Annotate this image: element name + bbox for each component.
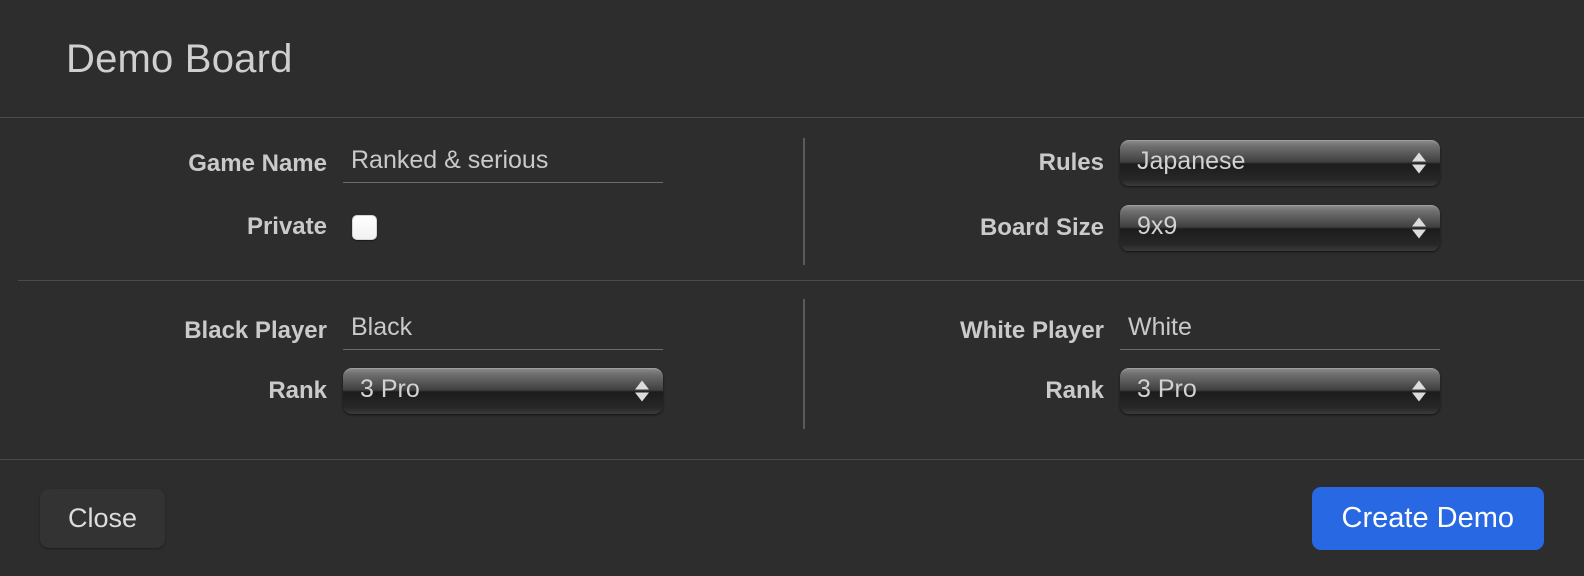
rules-label: Rules bbox=[1038, 149, 1104, 176]
game-settings-right-column: Rules Japanese Board Size 9x9 bbox=[792, 118, 1584, 280]
dialog-header: Demo Board bbox=[0, 0, 1584, 118]
board-size-select-value: 9x9 bbox=[1137, 213, 1178, 239]
chevron-down-icon bbox=[1412, 229, 1426, 239]
white-player-name-input[interactable] bbox=[1120, 311, 1440, 350]
board-size-label: Board Size bbox=[979, 214, 1104, 241]
field-row-rules: Rules Japanese bbox=[0, 140, 1584, 186]
white-rank-control: 3 Pro bbox=[1120, 368, 1440, 414]
field-row-white-player: White Player bbox=[0, 311, 1584, 350]
board-size-select[interactable]: 9x9 bbox=[1120, 205, 1440, 251]
create-demo-button[interactable]: Create Demo bbox=[1311, 486, 1544, 550]
chevron-up-icon bbox=[1412, 380, 1426, 390]
stepper-arrows-icon bbox=[1412, 217, 1426, 239]
white-rank-select-value: 3 Pro bbox=[1137, 376, 1197, 402]
chevron-down-icon bbox=[1412, 164, 1426, 174]
white-player-name-control bbox=[1120, 311, 1440, 350]
board-size-control: 9x9 bbox=[1120, 205, 1440, 251]
chevron-up-icon bbox=[1412, 152, 1426, 162]
game-settings-section: Game Name Private Rules bbox=[0, 118, 1584, 280]
field-row-board-size: Board Size 9x9 bbox=[0, 205, 1584, 251]
dialog-footer: Close Create Demo bbox=[0, 459, 1584, 576]
chevron-down-icon bbox=[1412, 392, 1426, 402]
white-rank-select[interactable]: 3 Pro bbox=[1120, 368, 1440, 414]
white-player-label: White Player bbox=[959, 316, 1104, 344]
rules-select-value: Japanese bbox=[1137, 148, 1246, 174]
stepper-arrows-icon bbox=[1412, 152, 1426, 174]
white-player-column: White Player Rank 3 Pro bbox=[792, 281, 1584, 459]
close-button[interactable]: Close bbox=[40, 488, 166, 548]
demo-board-dialog: Demo Board Game Name Private bbox=[0, 0, 1584, 576]
players-section: Black Player Rank 3 Pro bbox=[0, 281, 1584, 459]
field-row-white-rank: Rank 3 Pro bbox=[0, 368, 1584, 414]
white-rank-label: Rank bbox=[1045, 377, 1104, 404]
rules-select[interactable]: Japanese bbox=[1120, 140, 1440, 186]
chevron-up-icon bbox=[1412, 217, 1426, 227]
page-title: Demo Board bbox=[66, 36, 293, 81]
stepper-arrows-icon bbox=[1412, 380, 1426, 402]
dialog-body: Game Name Private Rules bbox=[0, 118, 1584, 459]
rules-control: Japanese bbox=[1120, 140, 1440, 186]
